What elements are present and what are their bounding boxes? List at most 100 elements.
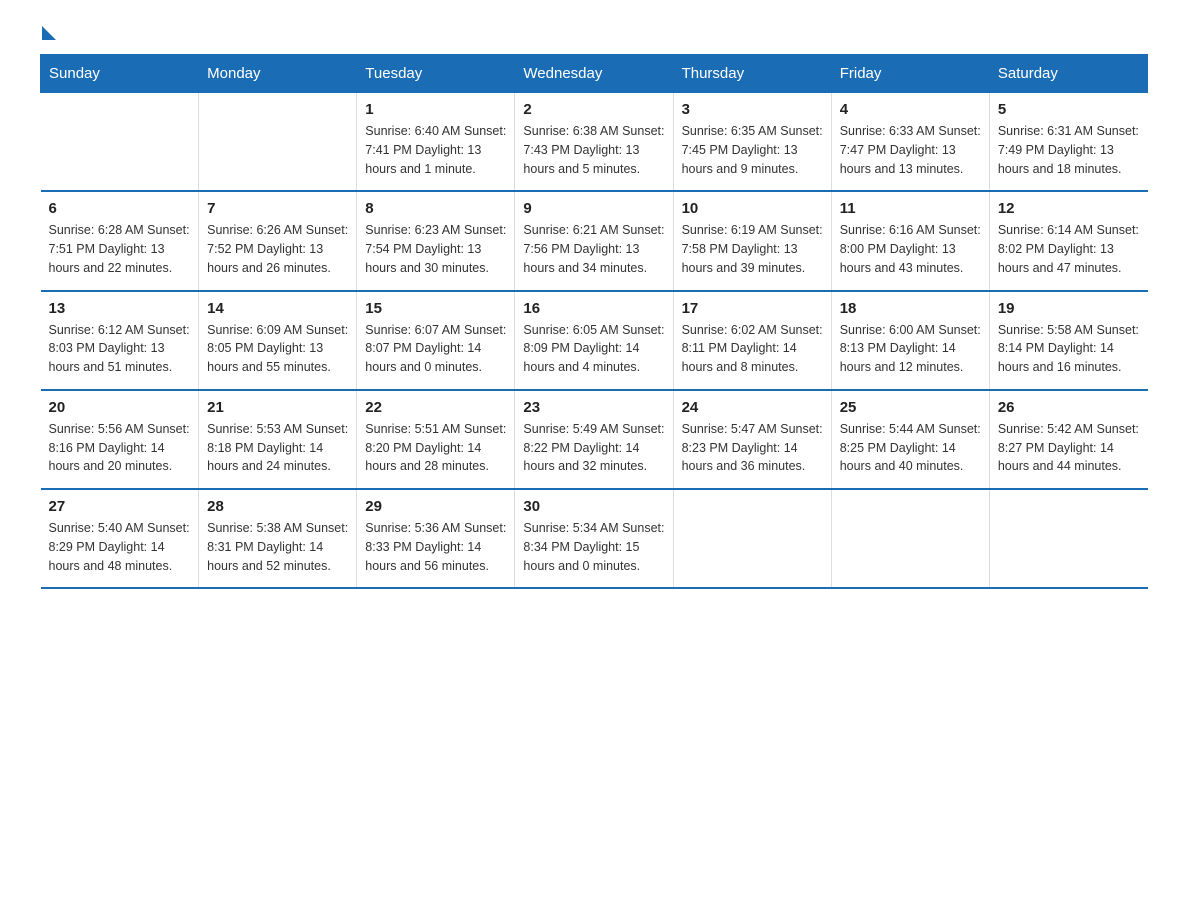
calendar-cell: 6 Sunrise: 6:28 AM Sunset: 7:51 PM Daylig…: [41, 191, 199, 290]
calendar-cell: 12 Sunrise: 6:14 AM Sunset: 8:02 PM Dayli…: [989, 191, 1147, 290]
calendar-cell: 11Sunrise: 6:16 AM Sunset: 8:00 PM Dayli…: [831, 191, 989, 290]
week-row-2: 6 Sunrise: 6:28 AM Sunset: 7:51 PM Daylig…: [41, 191, 1148, 290]
week-row-4: 20 Sunrise: 5:56 AM Sunset: 8:16 PM Dayli…: [41, 390, 1148, 489]
day-info: Sunrise: 6:14 AM Sunset: 8:02 PM Dayligh…: [998, 221, 1140, 277]
header-tuesday: Tuesday: [357, 55, 515, 93]
day-number: 2: [523, 101, 664, 118]
logo: [40, 30, 56, 34]
day-number: 28: [207, 498, 348, 515]
day-info: Sunrise: 6:28 AM Sunset: 7:51 PM Dayligh…: [49, 221, 191, 277]
day-info: Sunrise: 6:05 AM Sunset: 8:09 PM Dayligh…: [523, 321, 664, 377]
calendar-cell: 17 Sunrise: 6:02 AM Sunset: 8:11 PM Dayli…: [673, 291, 831, 390]
header-saturday: Saturday: [989, 55, 1147, 93]
calendar-cell: 27Sunrise: 5:40 AM Sunset: 8:29 PM Dayli…: [41, 489, 199, 588]
calendar-header: SundayMondayTuesdayWednesdayThursdayFrid…: [41, 55, 1148, 93]
day-info: Sunrise: 5:36 AM Sunset: 8:33 PM Dayligh…: [365, 519, 506, 575]
calendar-cell: 30 Sunrise: 5:34 AM Sunset: 8:34 PM Dayli…: [515, 489, 673, 588]
week-row-3: 13Sunrise: 6:12 AM Sunset: 8:03 PM Dayli…: [41, 291, 1148, 390]
header-thursday: Thursday: [673, 55, 831, 93]
day-number: 8: [365, 200, 506, 217]
day-info: Sunrise: 6:26 AM Sunset: 7:52 PM Dayligh…: [207, 221, 348, 277]
day-info: Sunrise: 6:07 AM Sunset: 8:07 PM Dayligh…: [365, 321, 506, 377]
day-info: Sunrise: 6:23 AM Sunset: 7:54 PM Dayligh…: [365, 221, 506, 277]
day-info: Sunrise: 5:38 AM Sunset: 8:31 PM Dayligh…: [207, 519, 348, 575]
day-number: 14: [207, 300, 348, 317]
day-info: Sunrise: 6:33 AM Sunset: 7:47 PM Dayligh…: [840, 122, 981, 178]
day-info: Sunrise: 6:02 AM Sunset: 8:11 PM Dayligh…: [682, 321, 823, 377]
calendar-cell: 10 Sunrise: 6:19 AM Sunset: 7:58 PM Dayli…: [673, 191, 831, 290]
day-info: Sunrise: 6:16 AM Sunset: 8:00 PM Dayligh…: [840, 221, 981, 277]
calendar-cell: [831, 489, 989, 588]
day-info: Sunrise: 5:47 AM Sunset: 8:23 PM Dayligh…: [682, 420, 823, 476]
day-info: Sunrise: 6:40 AM Sunset: 7:41 PM Dayligh…: [365, 122, 506, 178]
calendar-cell: 21 Sunrise: 5:53 AM Sunset: 8:18 PM Dayli…: [199, 390, 357, 489]
calendar-cell: 16 Sunrise: 6:05 AM Sunset: 8:09 PM Dayli…: [515, 291, 673, 390]
day-info: Sunrise: 6:19 AM Sunset: 7:58 PM Dayligh…: [682, 221, 823, 277]
calendar-cell: 4 Sunrise: 6:33 AM Sunset: 7:47 PM Daylig…: [831, 93, 989, 192]
day-number: 15: [365, 300, 506, 317]
day-info: Sunrise: 5:44 AM Sunset: 8:25 PM Dayligh…: [840, 420, 981, 476]
day-number: 16: [523, 300, 664, 317]
day-number: 30: [523, 498, 664, 515]
calendar-cell: 15 Sunrise: 6:07 AM Sunset: 8:07 PM Dayli…: [357, 291, 515, 390]
day-number: 4: [840, 101, 981, 118]
calendar-cell: 19 Sunrise: 5:58 AM Sunset: 8:14 PM Dayli…: [989, 291, 1147, 390]
day-number: 21: [207, 399, 348, 416]
week-row-1: 1Sunrise: 6:40 AM Sunset: 7:41 PM Daylig…: [41, 93, 1148, 192]
day-info: Sunrise: 5:53 AM Sunset: 8:18 PM Dayligh…: [207, 420, 348, 476]
calendar-cell: 13Sunrise: 6:12 AM Sunset: 8:03 PM Dayli…: [41, 291, 199, 390]
day-number: 24: [682, 399, 823, 416]
day-number: 29: [365, 498, 506, 515]
day-number: 9: [523, 200, 664, 217]
day-info: Sunrise: 5:42 AM Sunset: 8:27 PM Dayligh…: [998, 420, 1140, 476]
calendar-cell: 29 Sunrise: 5:36 AM Sunset: 8:33 PM Dayli…: [357, 489, 515, 588]
day-info: Sunrise: 6:00 AM Sunset: 8:13 PM Dayligh…: [840, 321, 981, 377]
day-info: Sunrise: 6:31 AM Sunset: 7:49 PM Dayligh…: [998, 122, 1140, 178]
day-number: 20: [49, 399, 191, 416]
day-number: 5: [998, 101, 1140, 118]
day-number: 12: [998, 200, 1140, 217]
day-number: 3: [682, 101, 823, 118]
calendar-cell: 25 Sunrise: 5:44 AM Sunset: 8:25 PM Dayli…: [831, 390, 989, 489]
day-info: Sunrise: 6:09 AM Sunset: 8:05 PM Dayligh…: [207, 321, 348, 377]
day-number: 26: [998, 399, 1140, 416]
day-info: Sunrise: 5:34 AM Sunset: 8:34 PM Dayligh…: [523, 519, 664, 575]
calendar-body: 1Sunrise: 6:40 AM Sunset: 7:41 PM Daylig…: [41, 93, 1148, 589]
calendar-cell: [199, 93, 357, 192]
page-header: [40, 30, 1148, 34]
day-number: 6: [49, 200, 191, 217]
day-number: 19: [998, 300, 1140, 317]
week-row-5: 27Sunrise: 5:40 AM Sunset: 8:29 PM Dayli…: [41, 489, 1148, 588]
calendar-cell: 8 Sunrise: 6:23 AM Sunset: 7:54 PM Daylig…: [357, 191, 515, 290]
calendar-cell: 9 Sunrise: 6:21 AM Sunset: 7:56 PM Daylig…: [515, 191, 673, 290]
calendar-table: SundayMondayTuesdayWednesdayThursdayFrid…: [40, 54, 1148, 589]
calendar-cell: 1Sunrise: 6:40 AM Sunset: 7:41 PM Daylig…: [357, 93, 515, 192]
day-number: 22: [365, 399, 506, 416]
day-info: Sunrise: 5:58 AM Sunset: 8:14 PM Dayligh…: [998, 321, 1140, 377]
calendar-cell: 5 Sunrise: 6:31 AM Sunset: 7:49 PM Daylig…: [989, 93, 1147, 192]
calendar-cell: 20 Sunrise: 5:56 AM Sunset: 8:16 PM Dayli…: [41, 390, 199, 489]
calendar-cell: 14 Sunrise: 6:09 AM Sunset: 8:05 PM Dayli…: [199, 291, 357, 390]
day-number: 25: [840, 399, 981, 416]
calendar-cell: [989, 489, 1147, 588]
day-info: Sunrise: 6:12 AM Sunset: 8:03 PM Dayligh…: [49, 321, 191, 377]
calendar-cell: 23 Sunrise: 5:49 AM Sunset: 8:22 PM Dayli…: [515, 390, 673, 489]
header-wednesday: Wednesday: [515, 55, 673, 93]
days-of-week-row: SundayMondayTuesdayWednesdayThursdayFrid…: [41, 55, 1148, 93]
day-number: 10: [682, 200, 823, 217]
calendar-cell: 3 Sunrise: 6:35 AM Sunset: 7:45 PM Daylig…: [673, 93, 831, 192]
day-info: Sunrise: 5:51 AM Sunset: 8:20 PM Dayligh…: [365, 420, 506, 476]
day-info: Sunrise: 5:56 AM Sunset: 8:16 PM Dayligh…: [49, 420, 191, 476]
calendar-cell: [41, 93, 199, 192]
day-number: 23: [523, 399, 664, 416]
calendar-cell: 24 Sunrise: 5:47 AM Sunset: 8:23 PM Dayli…: [673, 390, 831, 489]
day-number: 17: [682, 300, 823, 317]
calendar-cell: 26 Sunrise: 5:42 AM Sunset: 8:27 PM Dayli…: [989, 390, 1147, 489]
day-info: Sunrise: 5:49 AM Sunset: 8:22 PM Dayligh…: [523, 420, 664, 476]
day-info: Sunrise: 6:21 AM Sunset: 7:56 PM Dayligh…: [523, 221, 664, 277]
calendar-cell: [673, 489, 831, 588]
day-info: Sunrise: 6:35 AM Sunset: 7:45 PM Dayligh…: [682, 122, 823, 178]
day-info: Sunrise: 5:40 AM Sunset: 8:29 PM Dayligh…: [49, 519, 191, 575]
logo-triangle-icon: [42, 26, 56, 40]
calendar-cell: 7Sunrise: 6:26 AM Sunset: 7:52 PM Daylig…: [199, 191, 357, 290]
